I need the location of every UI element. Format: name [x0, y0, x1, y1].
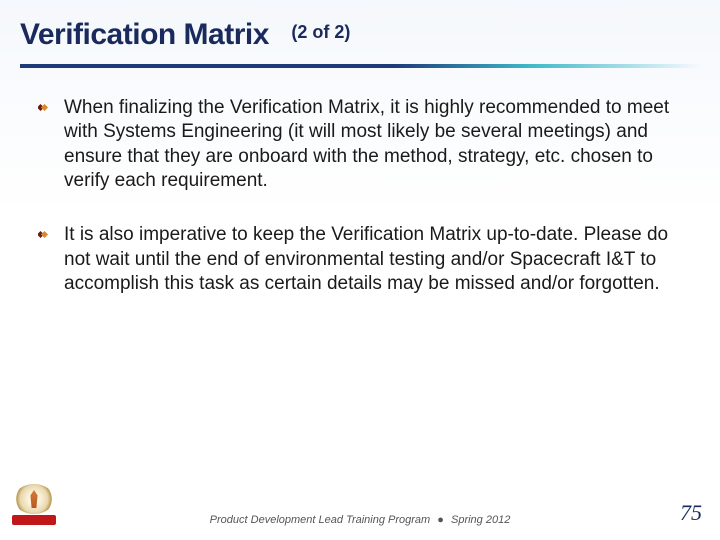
bullet-text: It is also imperative to keep the Verifi…	[64, 224, 668, 294]
slide-subtitle: (2 of 2)	[291, 22, 350, 43]
footer-program: Product Development Lead Training Progra…	[210, 514, 431, 526]
bullet-text: When finalizing the Verification Matrix,…	[64, 97, 669, 191]
footer-date: Spring 2012	[451, 514, 510, 526]
slide-content: When finalizing the Verification Matrix,…	[0, 68, 720, 296]
list-item: When finalizing the Verification Matrix,…	[44, 96, 686, 193]
slide-footer: Product Development Lead Training Progra…	[0, 480, 720, 530]
footer-text: Product Development Lead Training Progra…	[210, 514, 511, 526]
slide-header: Verification Matrix (2 of 2)	[0, 0, 720, 60]
page-number: 75	[680, 500, 702, 526]
logo-icon	[12, 484, 56, 524]
bullet-icon	[38, 229, 49, 240]
slide-title: Verification Matrix	[20, 18, 269, 52]
footer-separator: ●	[437, 514, 444, 526]
list-item: It is also imperative to keep the Verifi…	[44, 223, 686, 296]
bullet-icon	[38, 102, 49, 113]
